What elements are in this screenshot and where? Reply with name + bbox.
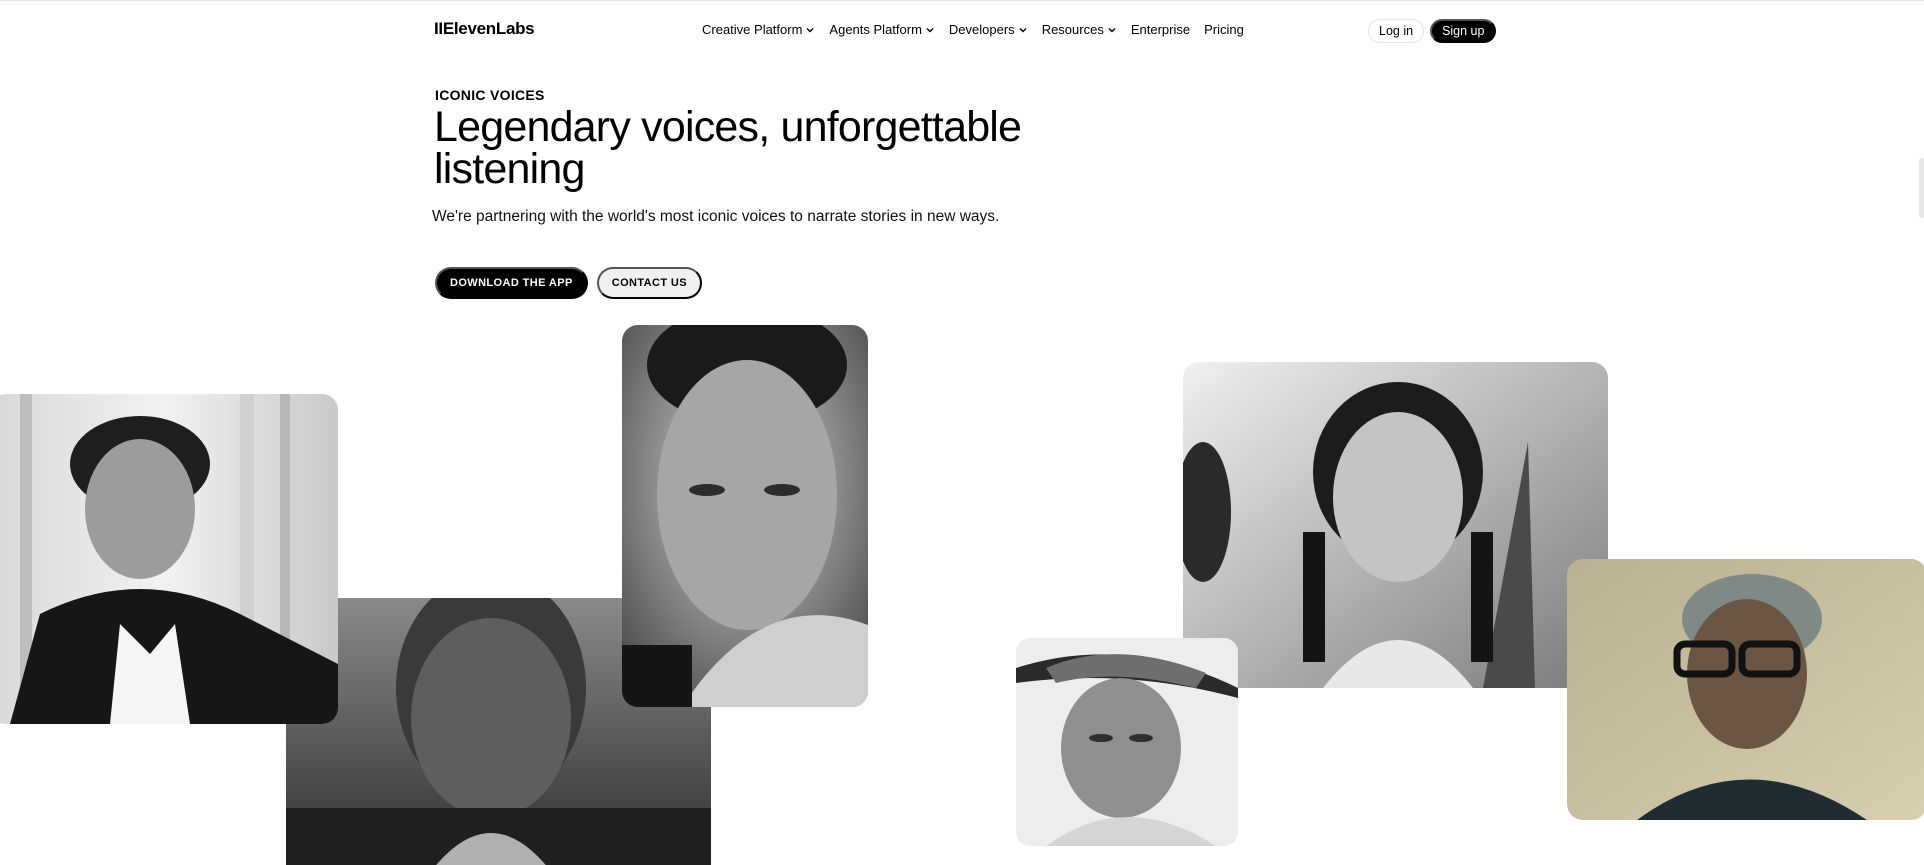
hero-headline: Legendary voices, unforgettable listenin… xyxy=(434,103,1022,193)
portrait-photo-man-leather-jacket xyxy=(0,394,338,724)
auth-actions: Log in Sign up xyxy=(1368,19,1497,43)
nav-item-label: Pricing xyxy=(1204,22,1244,37)
nav-item-agents-platform[interactable]: Agents Platform xyxy=(829,22,935,37)
portrait-photo-man-glasses xyxy=(1567,559,1924,820)
hero-subtitle: We're partnering with the world's most i… xyxy=(432,208,1000,225)
chevron-down-icon xyxy=(925,25,935,35)
chevron-down-icon xyxy=(1107,25,1117,35)
browser-top-edge xyxy=(0,0,1924,5)
contact-us-button[interactable]: CONTACT US xyxy=(596,267,703,299)
nav-item-enterprise[interactable]: Enterprise xyxy=(1131,22,1190,37)
hero-cta-row: DOWNLOAD THE APP CONTACT US xyxy=(435,267,703,299)
portrait-photo-man-hand-on-chin xyxy=(622,325,868,707)
scrollbar-thumb[interactable] xyxy=(1919,158,1924,218)
nav-item-label: Enterprise xyxy=(1130,22,1191,37)
nav-item-resources[interactable]: Resources xyxy=(1042,22,1117,37)
nav-item-label: Resources xyxy=(1041,22,1104,37)
elevenlabs-logo[interactable]: IIElevenLabs xyxy=(434,19,535,39)
download-app-button[interactable]: DOWNLOAD THE APP xyxy=(435,267,588,299)
signup-button[interactable]: Sign up xyxy=(1430,19,1497,43)
chevron-down-icon xyxy=(1018,25,1028,35)
nav-item-creative-platform[interactable]: Creative Platform xyxy=(702,22,815,37)
nav-item-label: Agents Platform xyxy=(829,22,922,37)
nav-item-label: Developers xyxy=(948,22,1015,37)
page-scrollbar[interactable] xyxy=(1916,0,1924,865)
chevron-down-icon xyxy=(805,25,815,35)
nav-item-developers[interactable]: Developers xyxy=(949,22,1028,37)
portrait-photo-girl-braids xyxy=(1183,362,1608,688)
main-nav: Creative Platform Agents Platform Develo… xyxy=(702,22,1258,37)
portrait-photo-cowboy-hat xyxy=(1016,638,1238,846)
nav-item-pricing[interactable]: Pricing xyxy=(1204,22,1244,37)
hero-eyebrow: ICONIC VOICES xyxy=(435,87,545,103)
nav-item-label: Creative Platform xyxy=(702,22,803,37)
login-button[interactable]: Log in xyxy=(1368,19,1425,43)
